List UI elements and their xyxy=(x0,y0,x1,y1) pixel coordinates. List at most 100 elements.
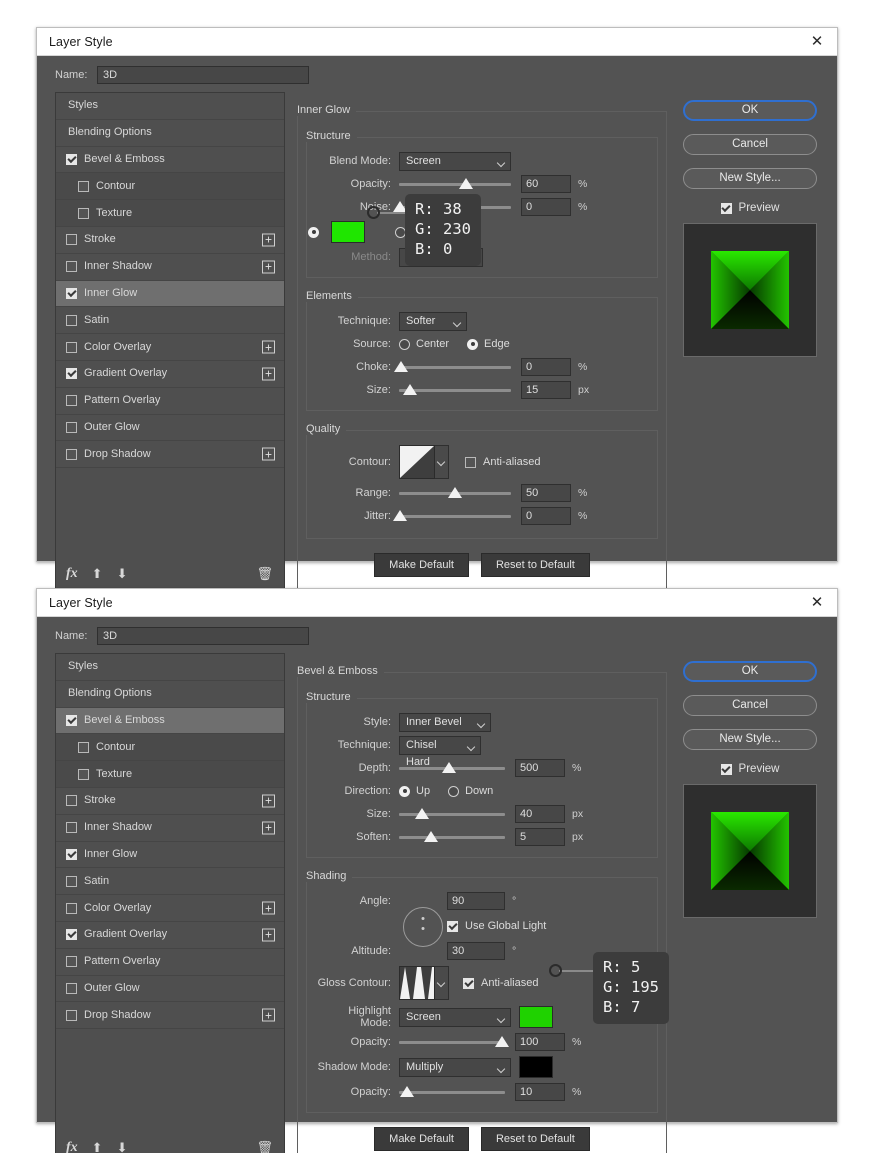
direction-up-radio[interactable] xyxy=(399,785,410,797)
reset-to-default-button-2[interactable]: Reset to Default xyxy=(480,1127,590,1151)
depth-thumb[interactable] xyxy=(441,762,456,773)
effect-enable-checkbox[interactable] xyxy=(66,421,77,433)
highlight-color-swatch[interactable] xyxy=(519,1006,553,1028)
move-down-icon-2[interactable]: ⬇ xyxy=(117,1140,128,1153)
sidebar-item-outer-glow[interactable]: Outer Glow xyxy=(56,976,284,1003)
name-input[interactable]: 3D xyxy=(97,66,309,84)
direction-down-radio[interactable] xyxy=(448,785,460,797)
effect-enable-checkbox[interactable] xyxy=(66,234,77,246)
source-center-option[interactable]: Center xyxy=(399,338,449,350)
sidebar-item-color-overlay[interactable]: Color Overlay + xyxy=(56,895,284,922)
sidebar-item-blending-options[interactable]: Blending Options xyxy=(56,681,284,708)
source-center-radio[interactable] xyxy=(399,338,410,350)
effect-enable-checkbox[interactable] xyxy=(66,261,77,273)
sidebar-item-styles[interactable]: Styles xyxy=(56,654,284,681)
sidebar-item-inner-glow[interactable]: Inner Glow xyxy=(56,280,284,308)
effect-enable-checkbox[interactable] xyxy=(78,741,89,753)
effect-enable-checkbox[interactable] xyxy=(66,902,77,914)
size-slider-2[interactable] xyxy=(399,805,505,823)
contour-picker[interactable] xyxy=(399,445,449,479)
sidebar-item-gradient-overlay[interactable]: Gradient Overlay + xyxy=(56,922,284,949)
add-effect-instance-icon[interactable]: + xyxy=(262,367,275,381)
angle-input[interactable]: 90 xyxy=(447,892,505,910)
effect-enable-checkbox[interactable] xyxy=(66,341,77,353)
new-style-button[interactable]: New Style... xyxy=(683,168,817,189)
sidebar-item-drop-shadow[interactable]: Drop Shadow + xyxy=(56,1002,284,1030)
close-icon-2[interactable]: ✕ xyxy=(807,593,827,613)
add-effect-instance-icon[interactable]: + xyxy=(262,928,275,942)
light-angle-dial[interactable] xyxy=(403,906,443,947)
preview-toggle[interactable]: Preview xyxy=(683,202,817,214)
jitter-slider[interactable] xyxy=(393,507,511,525)
sidebar-item-satin[interactable]: Satin xyxy=(56,868,284,896)
glow-color-swatch[interactable] xyxy=(331,221,365,243)
add-effect-instance-icon[interactable]: + xyxy=(262,233,275,247)
soften-input[interactable]: 5 xyxy=(515,828,565,846)
effect-enable-checkbox[interactable] xyxy=(66,287,77,299)
size-input[interactable]: 15 xyxy=(521,381,571,399)
sidebar-item-drop-shadow[interactable]: Drop Shadow + xyxy=(56,441,284,469)
sidebar-item-styles[interactable]: Styles xyxy=(56,93,284,120)
add-effect-instance-icon[interactable]: + xyxy=(262,260,275,274)
effect-enable-checkbox[interactable] xyxy=(78,768,89,780)
move-up-icon-2[interactable]: ⬆ xyxy=(92,1140,103,1153)
fx-icon[interactable]: fx xyxy=(66,566,78,582)
effect-enable-checkbox[interactable] xyxy=(66,368,77,380)
sidebar-item-contour[interactable]: Contour xyxy=(56,734,284,762)
range-thumb[interactable] xyxy=(448,487,462,498)
shadow-opacity-input[interactable]: 10 xyxy=(515,1083,565,1101)
sidebar-item-inner-glow[interactable]: Inner Glow xyxy=(56,842,284,869)
sidebar-item-inner-shadow[interactable]: Inner Shadow + xyxy=(56,815,284,842)
direction-down-option[interactable]: Down xyxy=(448,785,493,797)
sidebar-item-bevel-emboss[interactable]: Bevel & Emboss xyxy=(56,707,284,735)
add-effect-instance-icon[interactable]: + xyxy=(262,794,275,808)
sidebar-item-gradient-overlay[interactable]: Gradient Overlay + xyxy=(56,361,284,388)
move-up-icon[interactable]: ⬆ xyxy=(92,566,103,582)
source-edge-option[interactable]: Edge xyxy=(467,338,510,350)
highlight-opacity-thumb[interactable] xyxy=(494,1036,509,1047)
effect-enable-checkbox[interactable] xyxy=(66,848,77,860)
make-default-button[interactable]: Make Default xyxy=(374,553,469,577)
ok-button[interactable]: OK xyxy=(683,100,817,121)
add-effect-instance-icon[interactable]: + xyxy=(262,340,275,354)
shadow-mode-select[interactable]: Multiply xyxy=(399,1057,511,1077)
add-effect-instance-icon[interactable]: + xyxy=(262,1008,275,1022)
use-global-light-checkbox[interactable] xyxy=(447,920,458,932)
sidebar-item-outer-glow[interactable]: Outer Glow xyxy=(56,415,284,442)
range-slider[interactable] xyxy=(399,484,511,502)
preview-toggle-2[interactable]: Preview xyxy=(683,763,817,775)
highlight-opacity-slider[interactable] xyxy=(399,1033,509,1051)
effect-enable-checkbox[interactable] xyxy=(78,207,89,219)
add-effect-instance-icon[interactable]: + xyxy=(262,821,275,835)
sidebar-item-inner-shadow[interactable]: Inner Shadow + xyxy=(56,254,284,281)
name-input-2[interactable]: 3D xyxy=(97,627,309,645)
effect-enable-checkbox[interactable] xyxy=(78,180,89,192)
sidebar-item-blending-options[interactable]: Blending Options xyxy=(56,120,284,147)
opacity-slider[interactable] xyxy=(399,175,511,193)
size-input-2[interactable]: 40 xyxy=(515,805,565,823)
sidebar-item-bevel-emboss[interactable]: Bevel & Emboss xyxy=(56,147,284,174)
ok-button-2[interactable]: OK xyxy=(683,661,817,682)
gloss-contour-picker[interactable] xyxy=(399,966,449,1000)
trash-icon-2[interactable]: 🗑 xyxy=(256,1140,273,1153)
choke-input[interactable]: 0 xyxy=(521,358,571,376)
contour-thumbnail[interactable] xyxy=(399,445,435,479)
new-style-button-2[interactable]: New Style... xyxy=(683,729,817,750)
add-effect-instance-icon[interactable]: + xyxy=(262,901,275,915)
opacity-thumb[interactable] xyxy=(459,178,474,189)
effect-enable-checkbox[interactable] xyxy=(66,314,77,326)
depth-slider[interactable] xyxy=(399,759,505,777)
effect-enable-checkbox[interactable] xyxy=(66,395,77,407)
sidebar-item-pattern-overlay[interactable]: Pattern Overlay xyxy=(56,949,284,976)
row-global-light[interactable]: Use Global Light xyxy=(447,913,649,939)
shadow-opacity-thumb[interactable] xyxy=(400,1086,415,1097)
choke-thumb[interactable] xyxy=(394,361,409,372)
altitude-input[interactable]: 30 xyxy=(447,942,505,960)
effect-enable-checkbox[interactable] xyxy=(66,982,77,994)
effect-enable-checkbox[interactable] xyxy=(66,448,77,460)
make-default-button-2[interactable]: Make Default xyxy=(374,1127,469,1151)
effect-enable-checkbox[interactable] xyxy=(66,153,77,165)
effect-enable-checkbox[interactable] xyxy=(66,822,77,834)
highlight-opacity-input[interactable]: 100 xyxy=(515,1033,565,1051)
anti-aliased-checkbox[interactable] xyxy=(465,456,476,468)
